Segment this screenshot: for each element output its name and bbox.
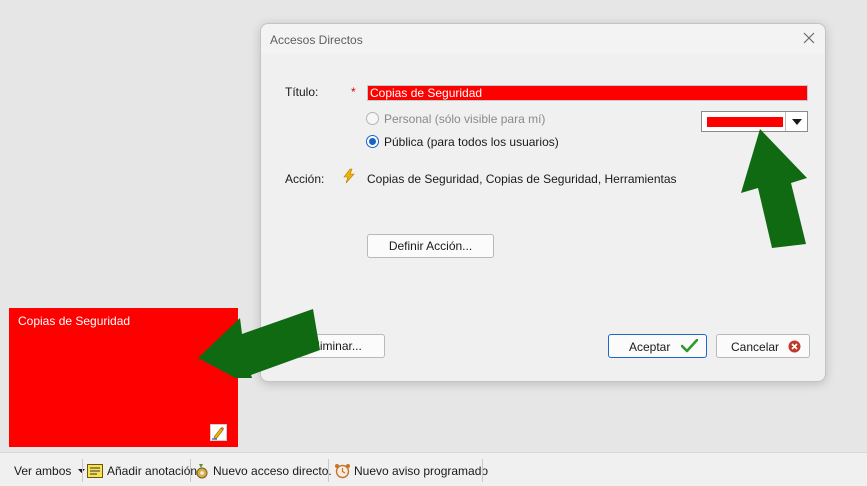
view-both-label: Ver ambos: [14, 463, 72, 478]
toolbar-divider: [190, 459, 191, 482]
cancel-icon: [788, 340, 801, 353]
radio-public-label: Pública (para todos los usuarios): [384, 135, 559, 149]
action-label: Acción:: [285, 172, 325, 186]
cancel-button[interactable]: Cancelar: [716, 334, 810, 358]
accept-button[interactable]: Aceptar: [608, 334, 707, 358]
new-scheduled-alert-button[interactable]: Nuevo aviso programado: [334, 462, 488, 479]
action-value: Copias de Seguridad, Copias de Seguridad…: [367, 172, 677, 186]
tile-label: Copias de Seguridad: [18, 314, 131, 328]
radio-public[interactable]: [366, 135, 379, 148]
add-note-button[interactable]: Añadir anotación: [87, 462, 197, 479]
alarm-icon: [335, 463, 350, 478]
lightning-icon: [343, 168, 355, 184]
color-swatch: [707, 117, 783, 127]
dialog-titlebar: Accesos Directos: [261, 24, 825, 54]
pointer-arrow-up: [741, 129, 807, 248]
edit-icon[interactable]: [210, 424, 227, 441]
accept-button-label: Aceptar: [629, 340, 671, 354]
new-scheduled-alert-label: Nuevo aviso programado: [354, 463, 489, 478]
toolbar-divider: [328, 459, 329, 482]
checkmark-icon: [681, 339, 698, 353]
dialog-title: Accesos Directos: [270, 33, 363, 47]
bottom-toolbar: Ver ambos Añadir anotación Nuevo acceso …: [0, 452, 867, 486]
close-icon[interactable]: [801, 30, 817, 46]
title-label: Título:: [285, 85, 319, 99]
view-both-dropdown[interactable]: Ver ambos: [14, 462, 86, 479]
chevron-down-icon: [791, 118, 802, 125]
radio-personal-label: Personal (sólo visible para mí): [384, 112, 546, 126]
pointer-arrow-left: [198, 309, 320, 378]
shortcut-gear-icon: [196, 463, 208, 478]
title-input[interactable]: Copias de Seguridad: [367, 85, 808, 101]
new-shortcut-label: Nuevo acceso directo.: [213, 463, 332, 478]
note-icon: [87, 463, 103, 478]
required-mark: *: [351, 85, 356, 99]
radio-personal[interactable]: [366, 112, 379, 125]
cancel-button-label: Cancelar: [731, 340, 780, 354]
toolbar-divider: [482, 459, 483, 482]
add-note-label: Añadir anotación: [107, 463, 198, 478]
toolbar-divider: [82, 459, 83, 482]
new-shortcut-button[interactable]: Nuevo acceso directo.: [194, 462, 332, 479]
define-action-button[interactable]: Definir Acción...: [367, 234, 494, 258]
